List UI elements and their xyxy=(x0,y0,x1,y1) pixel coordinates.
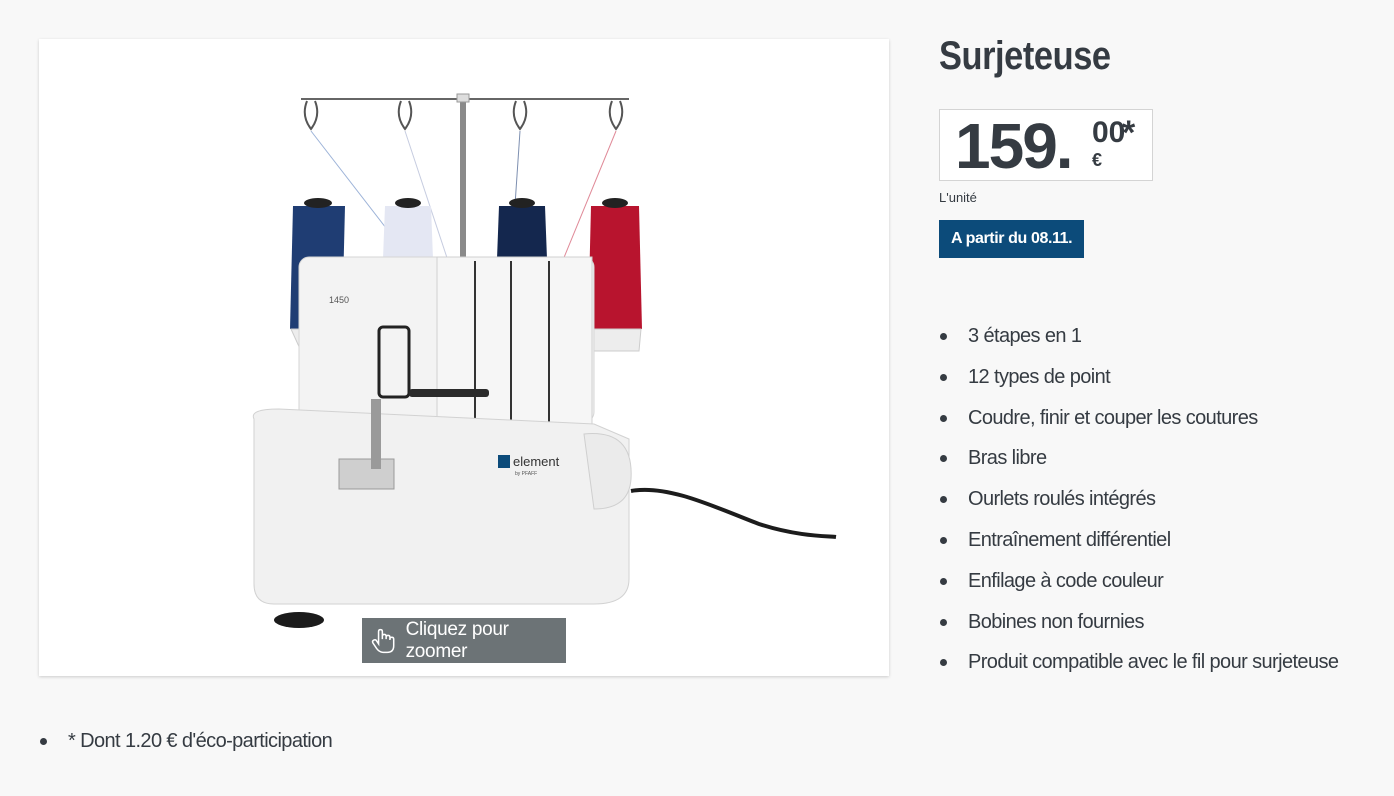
product-image[interactable]: 1450 element by PFAFF xyxy=(39,39,889,676)
feature-list: 3 étapes en 1 12 types de point Coudre, … xyxy=(939,316,1339,683)
price-unit: L'unité xyxy=(939,190,977,205)
eco-participation-footnote: * Dont 1.20 € d'éco-participation xyxy=(39,721,333,761)
price-decimals: 00 xyxy=(1092,116,1126,149)
feature-item: 12 types de point xyxy=(939,357,1338,398)
price-asterisk: * xyxy=(1122,114,1136,152)
feature-item: Coudre, finir et couper les coutures xyxy=(939,398,1338,439)
product-image-card[interactable]: 1450 element by PFAFF Cliquez pour zoome… xyxy=(39,39,889,676)
pointer-hand-icon xyxy=(371,628,395,653)
feature-item: Enfilage à code couleur xyxy=(939,561,1338,602)
feature-item: Ourlets roulés intégrés xyxy=(939,479,1338,520)
feature-item: Bras libre xyxy=(939,438,1338,479)
price-integer: 159. xyxy=(955,110,1074,182)
sub-brand-label: by PFAFF xyxy=(515,471,537,477)
price-box: 159. 00 € * xyxy=(939,109,1153,182)
model-label: 1450 xyxy=(329,295,349,305)
price-currency: € xyxy=(1092,150,1103,170)
zoom-button[interactable]: Cliquez pour zoomer xyxy=(362,618,566,663)
feature-item: Bobines non fournies xyxy=(939,602,1338,643)
feature-item: Produit compatible avec le fil pour surj… xyxy=(939,642,1339,683)
machine-body: 1450 element by PFAFF xyxy=(252,256,837,628)
page-title: Surjeteuse xyxy=(939,34,1111,78)
feature-item: 3 étapes en 1 xyxy=(939,316,1338,357)
feature-item: Entraînement différentiel xyxy=(939,520,1338,561)
availability-badge: A partir du 08.11. xyxy=(939,220,1085,258)
zoom-button-label: Cliquez pour zoomer xyxy=(405,618,509,662)
brand-label: element xyxy=(513,454,560,469)
